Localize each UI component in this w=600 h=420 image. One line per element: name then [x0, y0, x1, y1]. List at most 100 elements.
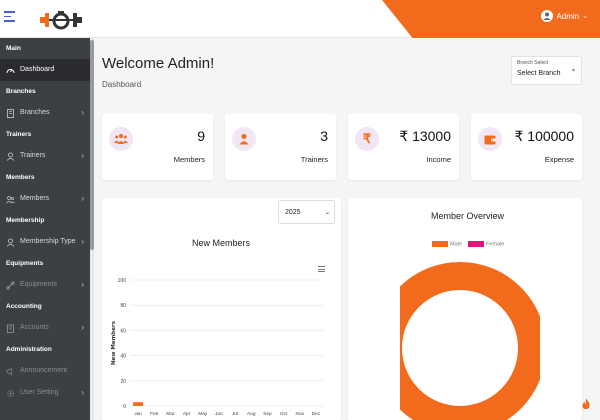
legend-item-male[interactable]: Male — [432, 241, 462, 247]
y-tick-label: 20 — [120, 379, 126, 385]
x-tick-label: Feb — [150, 411, 159, 417]
user-icon — [6, 152, 15, 161]
x-tick-label: May — [198, 411, 208, 417]
chevron-right-icon: › — [81, 323, 84, 332]
wallet-icon — [478, 127, 502, 151]
stat-card-members: 9 Members — [102, 114, 213, 180]
x-tick-label: Apr — [183, 411, 191, 417]
sidebar-section-equipments: Equipments — [6, 260, 44, 267]
chevron-right-icon: › — [81, 108, 84, 117]
chevron-right-icon: › — [81, 280, 84, 289]
group-icon — [109, 127, 133, 151]
user-name: Admin — [556, 11, 580, 21]
menu-toggle-icon[interactable] — [4, 11, 15, 25]
sidebar-item-label: Branches — [20, 109, 50, 116]
legend-swatch — [432, 241, 448, 247]
sidebar-section-administration: Administration — [6, 346, 52, 353]
sidebar-item-equipments[interactable]: Equipments › — [0, 274, 90, 296]
avatar — [541, 10, 554, 22]
chevron-down-icon: ▾ — [571, 68, 575, 74]
top-bar: Admin ⌄ — [0, 0, 600, 38]
ledger-icon — [6, 324, 15, 333]
sidebar-section-accounting: Accounting — [6, 303, 42, 310]
x-tick-label: Jul — [232, 411, 238, 417]
megaphone-icon — [6, 367, 15, 376]
y-tick-label: 80 — [120, 303, 126, 309]
y-axis-label: New Members — [111, 320, 117, 365]
membership-icon — [6, 238, 15, 247]
sidebar-section-trainers: Trainers — [6, 131, 32, 138]
legend-item-female[interactable]: Female — [467, 241, 505, 248]
sidebar-item-announcement[interactable]: Announcement — [0, 360, 90, 382]
y-tick-label: 60 — [120, 328, 126, 334]
gym-logo — [40, 11, 82, 30]
sidebar-item-label: Dashboard — [20, 66, 55, 73]
x-tick-label: Aug — [247, 411, 256, 417]
sidebar-item-label: User Setting — [20, 389, 59, 396]
sidebar-item-dashboard[interactable]: Dashboard — [0, 59, 90, 81]
year-select[interactable]: 2025 ⌄ — [278, 200, 335, 224]
stat-value: 3 — [320, 128, 328, 144]
legend-label: Female — [485, 241, 505, 248]
branch-select-value: Select Branch — [517, 70, 561, 77]
x-tick-label: Nov — [295, 411, 304, 417]
sidebar-item-accounts[interactable]: Accounts › — [0, 317, 90, 339]
new-members-chart: 0 20 40 60 80 100 Jan Feb Mar Apr May Jun Jul Aug Sep O… — [111, 278, 324, 417]
branch-select-label: Branch Select — [517, 60, 549, 66]
new-members-chart-title: New Members — [192, 238, 251, 248]
sidebar-section-branches: Branches — [6, 88, 36, 95]
stat-card-expense: ₹ 100000 Expense — [471, 114, 582, 180]
y-tick-label: 40 — [120, 354, 126, 360]
rupee-icon: ₹ — [355, 127, 379, 151]
sidebar-item-membership-type[interactable]: Membership Type › — [0, 231, 90, 253]
stat-card-trainers: 3 Trainers — [225, 114, 336, 180]
building-icon — [6, 108, 15, 118]
chevron-right-icon: › — [81, 194, 84, 203]
chevron-down-icon: ⌄ — [324, 210, 330, 216]
sidebar-item-label: Trainers — [20, 152, 46, 159]
year-select-value: 2025 — [285, 209, 301, 216]
member-overview-chart — [400, 262, 540, 420]
sidebar-section-membership: Membership — [6, 217, 45, 224]
legend-label: Male — [450, 241, 462, 248]
y-tick-label: 100 — [118, 278, 127, 284]
sidebar-section-main: Main — [6, 45, 21, 52]
users-icon — [6, 195, 15, 204]
y-tick-label: 0 — [123, 404, 126, 410]
sidebar-item-trainers[interactable]: Trainers › — [0, 145, 90, 167]
sidebar-item-label: Equipments — [20, 281, 57, 288]
sidebar-scrollbar-thumb[interactable] — [90, 40, 94, 250]
x-tick-label: Sep — [263, 411, 272, 417]
stat-card-income: ₹ ₹ 13000 Income — [348, 114, 459, 180]
page-title: Welcome Admin! — [102, 55, 215, 72]
sidebar-item-user-setting[interactable]: User Setting › — [0, 382, 90, 404]
person-icon — [232, 127, 256, 151]
branch-select[interactable]: Branch Select Select Branch ▾ — [511, 56, 582, 85]
legend-swatch — [467, 241, 484, 247]
user-menu[interactable]: Admin ⌄ — [541, 10, 588, 22]
chevron-right-icon: › — [81, 151, 84, 160]
x-tick-label: Jan — [134, 411, 142, 417]
breadcrumb[interactable]: Dashboard — [102, 80, 141, 89]
bar — [133, 402, 144, 406]
stat-value: ₹ 100000 — [514, 128, 574, 144]
stat-label: Income — [426, 155, 451, 164]
sidebar-item-members[interactable]: Members › — [0, 188, 90, 210]
x-tick-label: Mar — [166, 411, 175, 417]
sidebar-item-label: Announcement — [20, 367, 68, 374]
member-overview-chart-title: Member Overview — [431, 211, 505, 221]
stat-label: Trainers — [300, 155, 328, 164]
chevron-right-icon: › — [81, 388, 84, 397]
pie-slice — [400, 262, 540, 420]
dumbbell-icon — [6, 280, 15, 290]
flame-icon[interactable] — [581, 398, 591, 412]
x-tick-label: Jun — [215, 411, 223, 417]
stat-label: Members — [173, 155, 205, 164]
sidebar: Main Dashboard Branches Branches › Train… — [0, 38, 90, 420]
x-tick-label: Dec — [312, 411, 321, 417]
sidebar-item-label: Members — [20, 195, 50, 202]
sidebar-item-label: Membership Type — [20, 238, 76, 245]
dashboard-icon — [6, 66, 15, 75]
sidebar-item-branches[interactable]: Branches › — [0, 102, 90, 124]
chevron-right-icon: › — [81, 237, 84, 246]
